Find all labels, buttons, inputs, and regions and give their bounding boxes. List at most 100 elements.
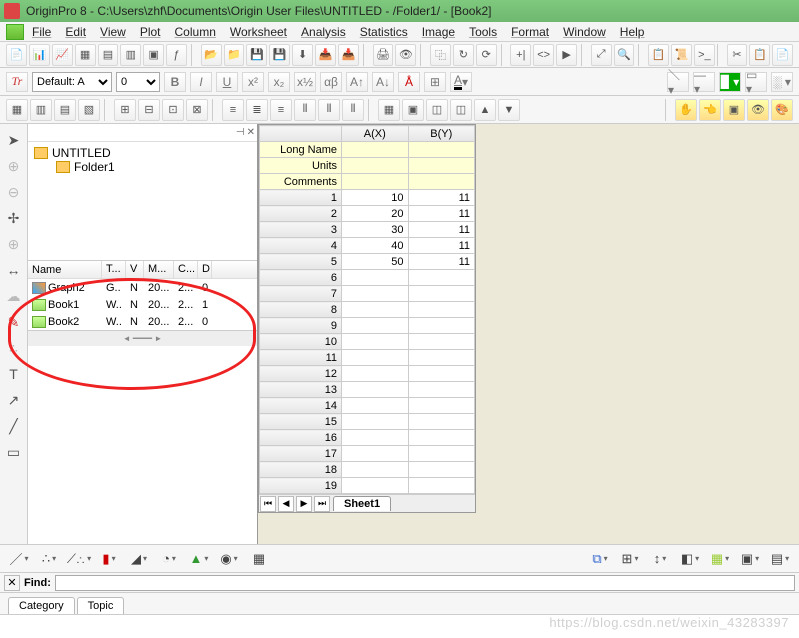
- merge-cells-button[interactable]: ▦: [6, 99, 28, 121]
- meta-cell[interactable]: [342, 174, 409, 190]
- row-header[interactable]: 12: [260, 366, 342, 382]
- data-cell[interactable]: 30: [342, 222, 409, 238]
- data-cell[interactable]: 11: [408, 222, 475, 238]
- font-increase-button[interactable]: A↑: [346, 72, 368, 92]
- col-type-header[interactable]: T...: [102, 261, 126, 278]
- sheet-nav-last[interactable]: ⏭: [314, 496, 330, 512]
- contour-plot-button[interactable]: ◉: [216, 548, 242, 570]
- menu-plot[interactable]: Plot: [140, 25, 161, 39]
- zoom-button[interactable]: 🔍: [614, 44, 635, 66]
- meta-row-header[interactable]: Long Name: [260, 142, 342, 158]
- data-cell[interactable]: [342, 398, 409, 414]
- col-modified-header[interactable]: M...: [144, 261, 174, 278]
- folder-tree[interactable]: UNTITLED Folder1: [28, 142, 257, 260]
- row-header[interactable]: 5: [260, 254, 342, 270]
- print-button[interactable]: 🖨: [373, 44, 394, 66]
- corner-cell[interactable]: [260, 126, 342, 142]
- data-cell[interactable]: [342, 318, 409, 334]
- column-plot-button[interactable]: ▮: [96, 548, 122, 570]
- menu-edit[interactable]: Edit: [65, 25, 86, 39]
- pointer-tool[interactable]: ➤: [4, 130, 24, 150]
- data-cell[interactable]: [408, 398, 475, 414]
- col-dep-header[interactable]: D: [198, 261, 212, 278]
- list-item[interactable]: Book2 W.. N 20... 2... 0: [28, 313, 257, 330]
- sheet-tab[interactable]: Sheet1: [333, 496, 391, 511]
- line-symbol-plot-button[interactable]: ⟋∴: [66, 548, 92, 570]
- meta-cell[interactable]: [408, 158, 475, 174]
- back-button[interactable]: ▼: [498, 99, 520, 121]
- data-reader-tool[interactable]: ⊕: [4, 234, 24, 254]
- sheet-nav-prev[interactable]: ◀: [278, 496, 294, 512]
- data-cell[interactable]: [408, 286, 475, 302]
- sub-super-button[interactable]: x½: [294, 72, 316, 92]
- insert-row-button[interactable]: ▤: [54, 99, 76, 121]
- row-header[interactable]: 8: [260, 302, 342, 318]
- data-cell[interactable]: [408, 366, 475, 382]
- data-cell[interactable]: [342, 446, 409, 462]
- arrow-tool[interactable]: ↗: [4, 390, 24, 410]
- row-header[interactable]: 2: [260, 206, 342, 222]
- data-cell[interactable]: [408, 350, 475, 366]
- explorer-pin-icon[interactable]: ⊣: [236, 127, 245, 138]
- mask-range-button[interactable]: ▣: [723, 99, 745, 121]
- scatter-plot-button[interactable]: ∴: [36, 548, 62, 570]
- align-bottom-button[interactable]: ⫴: [342, 99, 364, 121]
- tab-topic[interactable]: Topic: [77, 597, 125, 614]
- data-cell[interactable]: [408, 414, 475, 430]
- data-cell[interactable]: [408, 462, 475, 478]
- menu-tools[interactable]: Tools: [469, 25, 497, 39]
- arrange-3-button[interactable]: ⊡: [162, 99, 184, 121]
- data-cell[interactable]: [342, 270, 409, 286]
- worksheet[interactable]: A(X) B(Y) Long NameUnitsComments11011220…: [258, 124, 476, 513]
- menu-column[interactable]: Column: [175, 25, 216, 39]
- front-button[interactable]: ▲: [474, 99, 496, 121]
- data-selector-tool[interactable]: ↔: [4, 260, 24, 280]
- bold-button[interactable]: B: [164, 72, 186, 92]
- row-header[interactable]: 18: [260, 462, 342, 478]
- new-project-button[interactable]: 📄: [6, 44, 27, 66]
- data-cell[interactable]: [408, 382, 475, 398]
- list-item[interactable]: Book1 W.. N 20... 2... 1: [28, 296, 257, 313]
- slide-show-button[interactable]: ▶: [556, 44, 577, 66]
- snap-button[interactable]: ▣: [402, 99, 424, 121]
- meta-cell[interactable]: [408, 142, 475, 158]
- row-header[interactable]: 4: [260, 238, 342, 254]
- row-header[interactable]: 14: [260, 398, 342, 414]
- col-created-header[interactable]: C...: [174, 261, 198, 278]
- data-cell[interactable]: 40: [342, 238, 409, 254]
- add-column-button[interactable]: +|: [510, 44, 531, 66]
- zoom-out-tool[interactable]: ⊖: [4, 182, 24, 202]
- stock-plot-button[interactable]: ⧉: [587, 548, 613, 570]
- new-function-button[interactable]: ƒ: [166, 44, 187, 66]
- col-header-b[interactable]: B(Y): [408, 126, 475, 142]
- list-item[interactable]: Graph2 G.. N 20... 2... 0: [28, 279, 257, 296]
- ungroup-button[interactable]: ◫: [450, 99, 472, 121]
- data-cell[interactable]: [408, 270, 475, 286]
- font-size-select[interactable]: 0: [116, 72, 160, 92]
- row-header[interactable]: 11: [260, 350, 342, 366]
- area-plot-button[interactable]: ◢: [126, 548, 152, 570]
- align-left-button[interactable]: ≡: [222, 99, 244, 121]
- tree-child-node[interactable]: Folder1: [56, 160, 251, 174]
- row-header[interactable]: 1: [260, 190, 342, 206]
- import-button[interactable]: ⬇: [292, 44, 313, 66]
- image-plot-button[interactable]: ◧: [677, 548, 703, 570]
- ternary-plot-button[interactable]: ▣: [737, 548, 763, 570]
- underline-button[interactable]: U: [216, 72, 238, 92]
- sheet-nav-next[interactable]: ▶: [296, 496, 312, 512]
- explorer-close-icon[interactable]: ✕: [247, 127, 255, 138]
- meta-cell[interactable]: [342, 142, 409, 158]
- draw-data-tool[interactable]: ✎: [4, 312, 24, 332]
- arrange-1-button[interactable]: ⊞: [114, 99, 136, 121]
- menu-view[interactable]: View: [100, 25, 126, 39]
- command-window-button[interactable]: >_: [694, 44, 715, 66]
- row-header[interactable]: 15: [260, 414, 342, 430]
- rectangle-tool[interactable]: ▭: [4, 442, 24, 462]
- data-cell[interactable]: [408, 318, 475, 334]
- align-center-h-button[interactable]: ≣: [246, 99, 268, 121]
- template-lib-button[interactable]: ▦: [246, 548, 272, 570]
- change-mask-button[interactable]: 🎨: [771, 99, 793, 121]
- screen-reader-tool[interactable]: ✢: [4, 208, 24, 228]
- align-top-button[interactable]: ⫴: [294, 99, 316, 121]
- tree-root-node[interactable]: UNTITLED: [34, 146, 251, 160]
